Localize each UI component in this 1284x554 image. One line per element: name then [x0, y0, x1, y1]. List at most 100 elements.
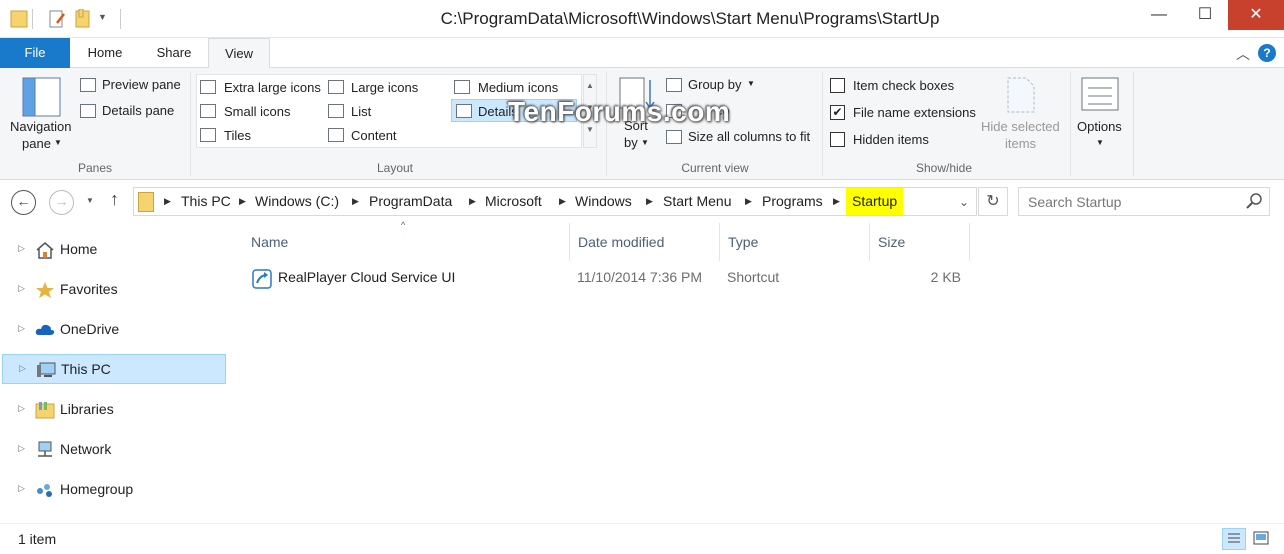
size-all-columns-button[interactable]: Size all columns to fit [688, 129, 810, 144]
nav-item-network[interactable]: ▷ Network [2, 435, 226, 465]
details-pane-button[interactable]: Details pane [102, 103, 174, 118]
table-row[interactable]: RealPlayer Cloud Service UI 11/10/2014 7… [243, 267, 970, 293]
column-header-date-modified[interactable]: Date modified [570, 223, 720, 261]
window-title: C:\ProgramData\Microsoft\Windows\Start M… [440, 9, 940, 28]
nav-item-onedrive[interactable]: ▷ OneDrive [2, 315, 226, 345]
preview-pane-button[interactable]: Preview pane [102, 77, 181, 92]
column-header-name[interactable]: Name [243, 223, 570, 261]
crumb-arrow[interactable]: ▶ [239, 188, 246, 215]
content-icon [328, 128, 344, 142]
large-icons-option[interactable]: Large icons [351, 80, 418, 95]
recent-locations-icon[interactable]: ▼ [86, 196, 94, 205]
crumb-windows-c[interactable]: Windows (C:) [255, 188, 339, 215]
navigation-pane: ▷ Home ▷ Favorites ▷ OneDrive ▷ This PC … [0, 223, 228, 523]
watermark: TenForums.com [508, 96, 731, 127]
crumb-microsoft[interactable]: Microsoft [485, 188, 542, 215]
extra-large-icons-option[interactable]: Extra large icons [224, 80, 321, 95]
minimize-ribbon-icon[interactable]: ︿ [1236, 44, 1250, 64]
customize-quick-access-icon[interactable]: ▼ [98, 12, 107, 22]
tab-share[interactable]: Share [140, 38, 208, 68]
expand-icon[interactable]: ▷ [19, 363, 26, 374]
small-icons-option[interactable]: Small icons [224, 104, 290, 119]
navigation-pane-label: pane [22, 136, 51, 151]
options-icon[interactable] [1080, 76, 1120, 116]
options-button[interactable]: Options [1077, 119, 1122, 134]
navigation-pane-icon[interactable] [22, 76, 62, 120]
column-header-size[interactable]: Size [870, 223, 970, 261]
search-box[interactable]: Search Startup [1018, 187, 1270, 216]
expand-icon[interactable]: ▷ [18, 403, 25, 414]
tab-home[interactable]: Home [70, 38, 140, 68]
navigation-pane-button[interactable]: Navigation [10, 119, 71, 134]
nav-item-homegroup[interactable]: ▷ Homegroup [2, 475, 226, 505]
hide-selected-items-button[interactable]: Hide selected [981, 119, 1060, 134]
column-header-type[interactable]: Type [720, 223, 870, 261]
crumb-programdata[interactable]: ProgramData [369, 188, 452, 215]
item-check-boxes-label[interactable]: Item check boxes [853, 78, 954, 93]
dropdown-arrow-icon: ▼ [641, 138, 649, 147]
search-input[interactable]: Search Startup [1028, 194, 1121, 210]
crumb-arrow[interactable]: ▶ [559, 188, 566, 215]
expand-icon[interactable]: ▷ [18, 323, 25, 334]
crumb-arrow[interactable]: ▶ [352, 188, 359, 215]
nav-label: Favorites [60, 281, 118, 297]
nav-item-favorites[interactable]: ▷ Favorites [2, 275, 226, 305]
minimize-button[interactable]: — [1136, 0, 1182, 30]
nav-item-this-pc[interactable]: ▷ This PC [2, 354, 226, 384]
file-name-extensions-checkbox[interactable]: ✔ [830, 105, 845, 120]
back-button[interactable]: ← [11, 190, 36, 215]
large-icons-view-button[interactable] [1250, 528, 1274, 550]
new-folder-icon[interactable] [74, 8, 92, 29]
crumb-arrow[interactable]: ▶ [164, 188, 171, 215]
nav-item-home[interactable]: ▷ Home [2, 235, 226, 265]
search-icon[interactable] [1245, 191, 1263, 211]
details-pane-icon [80, 104, 96, 118]
list-option[interactable]: List [351, 104, 371, 119]
forward-button[interactable]: → [49, 190, 74, 215]
tab-view[interactable]: View [208, 38, 270, 69]
content-option[interactable]: Content [351, 128, 397, 143]
nav-label: Network [60, 441, 112, 457]
medium-icons-option[interactable]: Medium icons [478, 80, 558, 95]
refresh-button[interactable]: ↻ [978, 187, 1008, 216]
hidden-items-checkbox[interactable] [830, 132, 845, 147]
expand-icon[interactable]: ▷ [18, 283, 25, 294]
properties-icon[interactable] [48, 9, 66, 29]
crumb-this-pc[interactable]: This PC [181, 188, 231, 215]
file-name-extensions-label[interactable]: File name extensions [853, 105, 976, 120]
hidden-items-label[interactable]: Hidden items [853, 132, 929, 147]
close-button[interactable]: ✕ [1228, 0, 1284, 30]
details-view-button[interactable] [1222, 528, 1246, 550]
tab-file[interactable]: File [0, 38, 70, 68]
size-columns-icon [666, 130, 682, 144]
crumb-start-menu[interactable]: Start Menu [663, 188, 731, 215]
help-icon[interactable]: ? [1258, 44, 1276, 62]
address-bar[interactable]: ▶ This PC ▶ Windows (C:) ▶ ProgramData ▶… [133, 187, 977, 216]
crumb-programs[interactable]: Programs [762, 188, 823, 215]
crumb-arrow[interactable]: ▶ [469, 188, 476, 215]
crumb-arrow[interactable]: ▶ [833, 188, 840, 215]
status-bar: 1 item [0, 523, 1284, 554]
nav-item-libraries[interactable]: ▷ Libraries [2, 395, 226, 425]
libraries-icon [35, 401, 55, 419]
crumb-arrow[interactable]: ▶ [745, 188, 752, 215]
item-check-boxes-checkbox[interactable] [830, 78, 845, 93]
expand-icon[interactable]: ▷ [18, 243, 25, 254]
crumb-arrow[interactable]: ▶ [646, 188, 653, 215]
layout-group-label: Layout [376, 161, 414, 175]
maximize-button[interactable]: ☐ [1182, 0, 1228, 30]
crumb-windows[interactable]: Windows [575, 188, 632, 215]
ribbon-tabs: File Home Share View ︿ ? [0, 38, 1284, 69]
tiles-option[interactable]: Tiles [224, 128, 251, 143]
sort-by-label: by [624, 135, 638, 150]
address-dropdown-icon[interactable]: ⌄ [959, 195, 969, 209]
expand-icon[interactable]: ▷ [18, 483, 25, 494]
group-by-button[interactable]: Group by [688, 77, 741, 92]
home-icon [35, 241, 55, 259]
expand-icon[interactable]: ▷ [18, 443, 25, 454]
folder-icon [10, 9, 28, 29]
crumb-startup[interactable]: Startup [846, 188, 904, 215]
up-button[interactable]: ↑ [110, 189, 119, 210]
star-icon [35, 281, 55, 299]
current-view-group-label: Current view [681, 161, 749, 175]
